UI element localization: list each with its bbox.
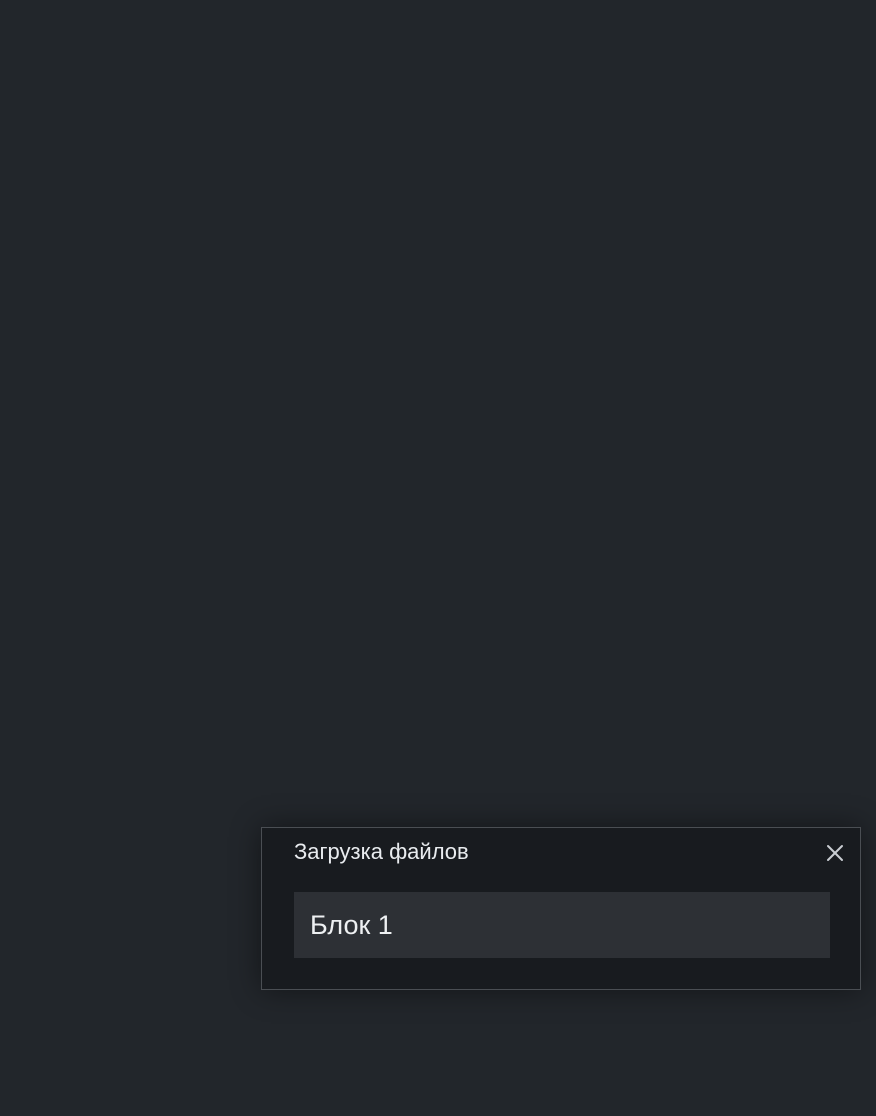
file-upload-panel: Загрузка файлов Блок 1 xyxy=(261,827,861,990)
page-background: Загрузка файлов Блок 1 xyxy=(0,0,876,1116)
close-icon xyxy=(826,844,844,862)
close-button[interactable] xyxy=(820,838,850,868)
panel-title: Загрузка файлов xyxy=(294,839,469,864)
upload-item-label: Блок 1 xyxy=(310,910,393,940)
upload-list-item[interactable]: Блок 1 xyxy=(294,892,830,958)
